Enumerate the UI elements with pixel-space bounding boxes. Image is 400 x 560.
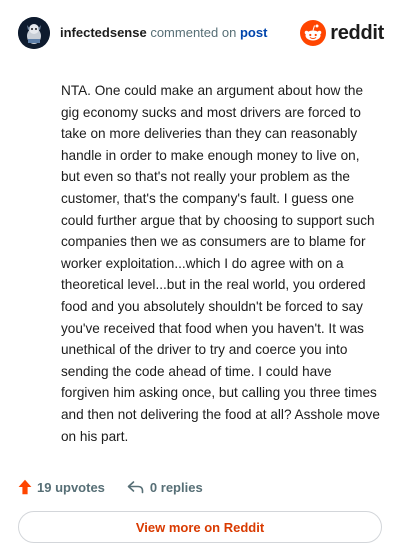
upvote-button[interactable]: 19 upvotes — [18, 479, 105, 495]
reddit-wordmark: reddit — [330, 21, 384, 44]
reply-arrow-icon — [127, 481, 144, 494]
reply-button[interactable]: 0 replies — [127, 480, 203, 495]
avatar-image — [18, 17, 50, 49]
action-text: commented on — [150, 25, 237, 40]
comment-meta: infectedsense commented on post — [60, 25, 267, 41]
post-link[interactable]: post — [240, 25, 267, 40]
comment-body: NTA. One could make an argument about ho… — [61, 83, 380, 444]
user-avatar[interactable] — [18, 17, 50, 49]
username-link[interactable]: infectedsense — [60, 25, 147, 40]
reddit-brand[interactable]: reddit — [300, 20, 384, 46]
view-more-on-reddit-button[interactable]: View more on Reddit — [18, 511, 382, 543]
reddit-logo-icon — [300, 20, 327, 46]
comment-footer: 19 upvotes 0 replies — [18, 476, 203, 498]
upvote-arrow-icon — [18, 479, 32, 495]
upvote-count: 19 upvotes — [37, 479, 105, 495]
comment-header: infectedsense commented on post reddit — [18, 16, 384, 50]
embedded-comment-card: infectedsense commented on post reddit N… — [0, 0, 400, 560]
reply-count: 0 replies — [149, 479, 203, 495]
